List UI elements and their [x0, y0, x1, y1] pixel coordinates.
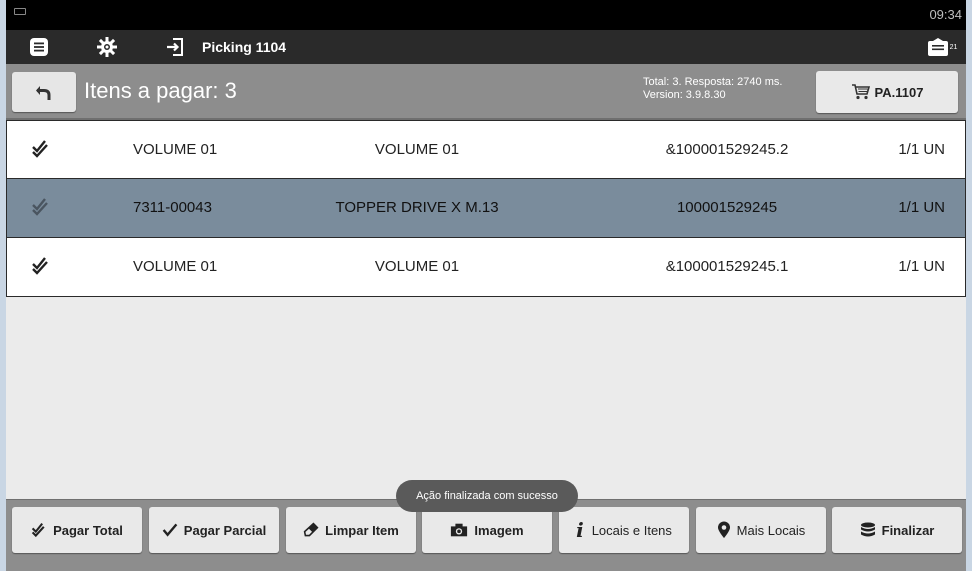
list-header: Itens a pagar: 3 Total: 3. Resposta: 274… [6, 64, 966, 120]
finalizar-label: Finalizar [881, 522, 935, 538]
double-check-icon [31, 197, 51, 221]
limpar-item-button[interactable]: Limpar Item [286, 507, 416, 553]
action-bar: Picking 1104 21 [6, 30, 966, 64]
version-info-line: Version: 3.9.8.30 [643, 89, 726, 101]
settings-gear-icon[interactable] [94, 34, 120, 60]
cart-icon [851, 84, 870, 100]
mais-locais-label: Mais Locais [736, 522, 806, 538]
info-icon: i [576, 518, 584, 542]
double-check-icon [31, 139, 51, 163]
item-code: 7311-00043 [133, 199, 212, 216]
list-item-selected[interactable]: 7311-00043 TOPPER DRIVE X M.13 100001529… [6, 179, 966, 238]
double-check-icon [31, 522, 45, 538]
map-pin-icon [717, 521, 730, 538]
mais-locais-button[interactable]: Mais Locais [696, 507, 826, 553]
item-barcode: 100001529245 [676, 199, 778, 216]
toast-message: Ação finalizada com sucesso [396, 480, 578, 512]
pagar-parcial-label: Pagar Parcial [183, 522, 267, 538]
status-bar: 09:34 [6, 0, 966, 30]
eraser-icon [303, 522, 319, 537]
response-info: Total: 3. Resposta: 2740 ms. Version: 3.… [643, 76, 782, 102]
cart-button[interactable]: PA.1107 [816, 71, 958, 113]
item-quantity: 1/1 UN [898, 141, 945, 158]
item-quantity: 1/1 UN [898, 258, 945, 275]
item-description: TOPPER DRIVE X M.13 [335, 199, 499, 216]
database-icon [860, 522, 875, 537]
locais-itens-button[interactable]: i Locais e Itens [559, 507, 689, 553]
list-item[interactable]: VOLUME 01 VOLUME 01 &100001529245.2 1/1 … [6, 120, 966, 179]
undo-arrow-icon [36, 86, 51, 100]
clock: 09:34 [929, 7, 962, 22]
imagem-button[interactable]: Imagem [422, 507, 552, 553]
menu-icon[interactable] [26, 34, 52, 60]
item-quantity: 1/1 UN [898, 199, 945, 216]
item-list: VOLUME 01 VOLUME 01 &100001529245.2 1/1 … [6, 120, 966, 297]
item-code: VOLUME 01 [133, 141, 218, 158]
back-button[interactable] [12, 72, 76, 112]
check-icon [162, 523, 178, 537]
app-window: 09:34 Picking 1104 21 Itens a pagar: 3 T… [6, 0, 966, 571]
logout-icon[interactable] [162, 34, 188, 60]
double-check-icon [31, 256, 51, 280]
item-barcode: &100001529245.1 [665, 258, 789, 275]
item-description: VOLUME 01 [374, 258, 460, 275]
pagar-total-button[interactable]: Pagar Total [12, 507, 142, 553]
messages-icon[interactable]: 21 [924, 34, 960, 60]
response-info-line: Total: 3. Resposta: 2740 ms. [643, 76, 783, 88]
finalizar-button[interactable]: Finalizar [832, 507, 962, 553]
keyboard-icon [14, 8, 26, 15]
notification-count: 21 [949, 43, 958, 51]
list-empty-area [6, 298, 966, 498]
camera-icon [451, 523, 468, 537]
locais-itens-label: Locais e Itens [591, 522, 672, 538]
items-to-pay-title: Itens a pagar: 3 [84, 78, 237, 103]
item-barcode: &100001529245.2 [665, 141, 789, 158]
pagar-total-label: Pagar Total [53, 522, 123, 538]
imagem-label: Imagem [474, 522, 524, 538]
page-title: Picking 1104 [202, 39, 287, 55]
limpar-item-label: Limpar Item [325, 522, 399, 538]
list-item[interactable]: VOLUME 01 VOLUME 01 &100001529245.1 1/1 … [6, 238, 966, 297]
cart-button-label: PA.1107 [874, 84, 924, 100]
pagar-parcial-button[interactable]: Pagar Parcial [149, 507, 279, 553]
item-code: VOLUME 01 [133, 258, 218, 275]
item-description: VOLUME 01 [374, 141, 460, 158]
